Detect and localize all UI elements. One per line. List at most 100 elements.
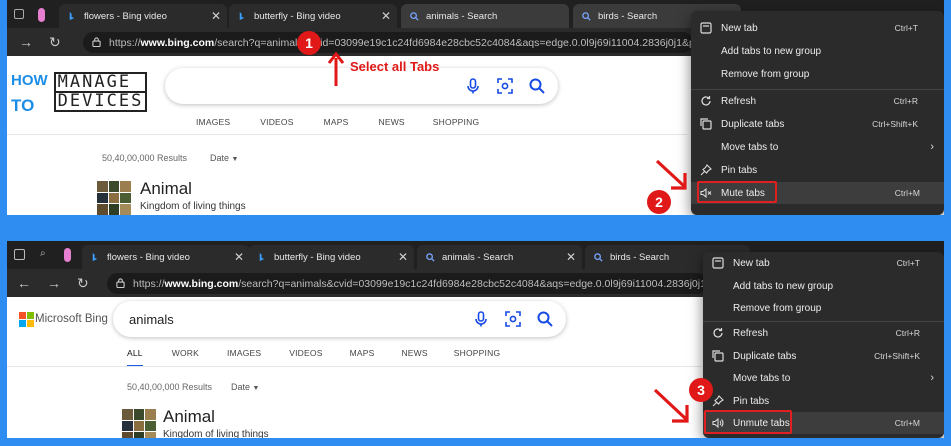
animal-thumbnail[interactable] bbox=[97, 181, 131, 215]
url-domain: www.bing.com bbox=[140, 36, 215, 49]
divider bbox=[7, 366, 702, 367]
nav-tab-videos[interactable]: VIDEOS bbox=[289, 348, 322, 367]
pin-icon bbox=[700, 164, 712, 176]
up-arrow-annotation bbox=[328, 52, 344, 86]
refresh-icon bbox=[701, 96, 711, 106]
logo-manage: MANAGE bbox=[53, 72, 148, 91]
tab-group-pill[interactable] bbox=[64, 248, 71, 262]
result-subtitle: Kingdom of living things bbox=[163, 429, 269, 438]
menu-item-refresh[interactable]: Refresh Ctrl+R bbox=[703, 322, 944, 344]
nav-tab-maps[interactable]: MAPS bbox=[324, 117, 349, 127]
close-icon[interactable]: ✕ bbox=[379, 9, 393, 23]
search-tab-icon[interactable]: ⌕ bbox=[40, 248, 46, 259]
result-title[interactable]: Animal bbox=[140, 179, 192, 199]
workspace-icon[interactable] bbox=[14, 9, 24, 19]
arrow-annotation-3 bbox=[653, 388, 689, 423]
tab-butterfly[interactable]: butterfly - Bing video ✕ bbox=[249, 245, 414, 269]
search-query: animals bbox=[129, 311, 174, 327]
menu-item-remove-from-group[interactable]: Remove from group bbox=[703, 297, 944, 319]
logo-to: TO bbox=[11, 96, 35, 115]
menu-item-pin-tabs[interactable]: Pin tabs bbox=[703, 390, 944, 412]
microphone-icon[interactable] bbox=[464, 77, 482, 95]
close-icon[interactable]: ✕ bbox=[396, 250, 410, 264]
close-icon[interactable]: ✕ bbox=[232, 250, 246, 264]
url-field[interactable]: https://www.bing.com/search?q=animals&cv… bbox=[83, 32, 693, 53]
caret-down-icon: ▼ bbox=[252, 385, 260, 392]
highlight-unmute-tabs bbox=[704, 410, 792, 434]
tab-animals[interactable]: animals - Search bbox=[401, 4, 569, 28]
date-filter[interactable]: Date ▼ bbox=[210, 153, 238, 163]
url-field[interactable]: https://www.bing.com/search?q=animals&cv… bbox=[107, 273, 707, 294]
nav-tab-maps[interactable]: MAPS bbox=[350, 348, 375, 367]
menu-item-add-to-group[interactable]: Add tabs to new group bbox=[691, 40, 944, 62]
tab-label: animals - Search bbox=[442, 251, 514, 263]
result-title[interactable]: Animal bbox=[163, 407, 215, 427]
microphone-icon[interactable] bbox=[472, 310, 490, 328]
duplicate-icon bbox=[712, 350, 724, 362]
chevron-right-icon: › bbox=[930, 372, 934, 384]
nav-tab-all[interactable]: ALL bbox=[127, 348, 143, 367]
duplicate-icon bbox=[700, 118, 712, 130]
nav-tab-shopping[interactable]: SHOPPING bbox=[454, 348, 500, 367]
lock-icon bbox=[116, 278, 125, 288]
chevron-right-icon: › bbox=[930, 141, 934, 153]
step-badge-3: 3 bbox=[689, 378, 713, 402]
search-icon[interactable] bbox=[536, 310, 554, 328]
tab-butterfly[interactable]: butterfly - Bing video ✕ bbox=[229, 4, 397, 28]
tab-group-pill[interactable] bbox=[38, 8, 45, 22]
top-browser-screenshot: flowers - Bing video ✕ butterfly - Bing … bbox=[7, 0, 944, 215]
tab-animals[interactable]: animals - Search ✕ bbox=[417, 245, 582, 269]
menu-item-duplicate-tabs[interactable]: Duplicate tabs Ctrl+Shift+K bbox=[691, 113, 944, 135]
search-icon bbox=[594, 252, 603, 262]
refresh-icon[interactable]: ↻ bbox=[49, 34, 61, 50]
nav-tab-videos[interactable]: VIDEOS bbox=[260, 117, 293, 127]
menu-item-duplicate-tabs[interactable]: Duplicate tabs Ctrl+Shift+K bbox=[703, 345, 944, 367]
menu-item-pin-tabs[interactable]: Pin tabs bbox=[691, 159, 944, 181]
search-icon[interactable] bbox=[528, 77, 546, 95]
animal-thumbnail[interactable] bbox=[122, 409, 156, 438]
search-icon bbox=[582, 11, 591, 21]
menu-item-new-tab[interactable]: New tab Ctrl+T bbox=[691, 17, 944, 39]
tab-label: butterfly - Bing video bbox=[274, 251, 361, 263]
caret-down-icon: ▼ bbox=[231, 156, 239, 163]
tab-flowers[interactable]: flowers - Bing video ✕ bbox=[82, 245, 250, 269]
select-all-tabs-annotation: Select all Tabs bbox=[350, 59, 440, 74]
search-box[interactable]: animals bbox=[113, 301, 566, 337]
visual-search-icon[interactable] bbox=[504, 310, 522, 328]
bing-video-icon bbox=[239, 11, 245, 20]
date-filter[interactable]: Date ▼ bbox=[231, 382, 259, 392]
menu-item-refresh[interactable]: Refresh Ctrl+R bbox=[691, 90, 944, 112]
url-prefix: https:// bbox=[109, 36, 141, 49]
results-count: 50,40,00,000 Results bbox=[102, 153, 188, 163]
nav-tab-news[interactable]: NEWS bbox=[378, 117, 404, 127]
forward-arrow-icon[interactable]: → bbox=[19, 34, 33, 50]
menu-item-remove-from-group[interactable]: Remove from group bbox=[691, 63, 944, 85]
logo-devices: DEVICES bbox=[53, 91, 148, 112]
nav-tab-images[interactable]: IMAGES bbox=[227, 348, 261, 367]
nav-tab-news[interactable]: NEWS bbox=[401, 348, 427, 367]
nav-tab-shopping[interactable]: SHOPPING bbox=[433, 117, 479, 127]
pin-icon bbox=[712, 395, 724, 407]
nav-tab-images[interactable]: IMAGES bbox=[196, 117, 230, 127]
visual-search-icon[interactable] bbox=[496, 77, 514, 95]
menu-item-new-tab[interactable]: New tab Ctrl+T bbox=[703, 252, 944, 274]
forward-arrow-icon[interactable]: → bbox=[47, 275, 61, 291]
tab-flowers[interactable]: flowers - Bing video ✕ bbox=[59, 4, 227, 28]
workspace-icon[interactable] bbox=[14, 249, 25, 260]
refresh-icon bbox=[713, 328, 723, 338]
howtomanagedevices-logo: HOW TO MANAGE DEVICES bbox=[11, 72, 148, 115]
refresh-icon[interactable]: ↻ bbox=[77, 275, 89, 291]
tab-label: butterfly - Bing video bbox=[254, 10, 341, 22]
close-icon[interactable]: ✕ bbox=[564, 250, 578, 264]
step-badge-2: 2 bbox=[647, 190, 671, 214]
menu-item-move-tabs-to[interactable]: Move tabs to › bbox=[703, 367, 944, 389]
menu-item-move-tabs-to[interactable]: Move tabs to › bbox=[691, 136, 944, 158]
menu-item-add-to-group[interactable]: Add tabs to new group bbox=[703, 275, 944, 297]
bing-brand[interactable]: Microsoft Bing bbox=[35, 313, 108, 325]
url-domain: www.bing.com bbox=[164, 277, 239, 290]
back-arrow-icon[interactable]: ← bbox=[17, 275, 31, 291]
results-count: 50,40,00,000 Results bbox=[127, 382, 213, 392]
nav-tab-work[interactable]: WORK bbox=[172, 348, 199, 367]
close-icon[interactable]: ✕ bbox=[209, 9, 223, 23]
bottom-browser-screenshot: ⌕ flowers - Bing video ✕ butterfly - Bin… bbox=[7, 241, 944, 438]
